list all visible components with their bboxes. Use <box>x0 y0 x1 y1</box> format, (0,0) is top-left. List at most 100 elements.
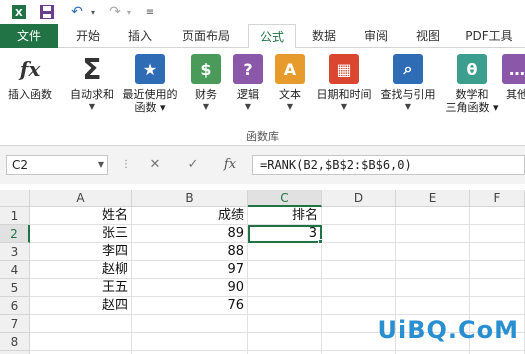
name-box[interactable]: C2 <box>6 155 108 175</box>
enter-icon[interactable]: ✓ <box>184 155 202 175</box>
row-header-8[interactable]: 8 <box>0 333 30 351</box>
redo-dropdown-icon[interactable]: ▾ <box>124 3 134 21</box>
column-header-d[interactable]: D <box>322 190 396 207</box>
cell-d1[interactable] <box>322 207 396 225</box>
column-header-c[interactable]: C <box>248 190 322 207</box>
cell-a3[interactable]: 李四 <box>30 243 132 261</box>
cell-c4[interactable] <box>248 261 322 279</box>
active-cell-c2[interactable]: 3 <box>248 225 322 243</box>
more-functions-button[interactable]: … 其他 <box>502 54 525 124</box>
cell-a5[interactable]: 王五 <box>30 279 132 297</box>
cell-f4[interactable] <box>470 261 525 279</box>
row-header-7[interactable]: 7 <box>0 315 30 333</box>
cell-c6[interactable] <box>248 297 322 315</box>
chevron-down-icon[interactable]: ▼ <box>95 155 107 175</box>
cell-d5[interactable] <box>322 279 396 297</box>
column-header-e[interactable]: E <box>396 190 470 207</box>
cell-b6[interactable]: 76 <box>132 297 248 315</box>
cell-a7[interactable] <box>30 315 132 333</box>
cell-f6[interactable] <box>470 297 525 315</box>
sum-icon: Σ <box>77 53 107 86</box>
column-header-b[interactable]: B <box>132 190 248 207</box>
row-header-1[interactable]: 1 <box>0 207 30 225</box>
cell-b8[interactable] <box>132 333 248 351</box>
finance-icon: $ <box>191 54 221 84</box>
tab-review[interactable]: 审阅 <box>352 24 400 48</box>
text-button[interactable]: A 文本 ▼ <box>270 54 310 124</box>
recently-used-button[interactable]: ★ 最近使用的 函数 ▾ <box>120 54 180 124</box>
cell-c7[interactable] <box>248 315 322 333</box>
lookup-reference-button[interactable]: ⌕ 查找与引用 ▼ <box>376 54 440 124</box>
text-icon: A <box>275 54 305 84</box>
cell-b7[interactable] <box>132 315 248 333</box>
tab-home[interactable]: 开始 <box>64 24 112 48</box>
cell-a4[interactable]: 赵柳 <box>30 261 132 279</box>
redo-icon[interactable]: ↷ <box>106 3 124 21</box>
cell-f5[interactable] <box>470 279 525 297</box>
tab-pdf-tools[interactable]: PDF工具 <box>456 24 522 48</box>
cell-e5[interactable] <box>396 279 470 297</box>
tab-view[interactable]: 视图 <box>404 24 452 48</box>
cell-a6[interactable]: 赵四 <box>30 297 132 315</box>
cell-b4[interactable]: 97 <box>132 261 248 279</box>
cell-a1[interactable]: 姓名 <box>30 207 132 225</box>
cell-b5[interactable]: 90 <box>132 279 248 297</box>
cell-d6[interactable] <box>322 297 396 315</box>
drag-handle-icon[interactable]: ⋮ <box>120 155 132 175</box>
cell-a2[interactable]: 张三 <box>30 225 132 243</box>
row-header-2[interactable]: 2 <box>0 225 30 243</box>
cell-e3[interactable] <box>396 243 470 261</box>
formula-input[interactable]: =RANK(B2,$B$2:$B$6,0) <box>252 155 525 175</box>
insert-function-icon[interactable]: fx <box>220 155 240 175</box>
financial-button[interactable]: $ 财务 ▼ <box>186 54 226 124</box>
date-time-button[interactable]: ▦ 日期和时间 ▼ <box>312 54 376 124</box>
row-header-5[interactable]: 5 <box>0 279 30 297</box>
cell-c5[interactable] <box>248 279 322 297</box>
cell-e6[interactable] <box>396 297 470 315</box>
tab-data[interactable]: 数据 <box>300 24 348 48</box>
cell-b3[interactable]: 88 <box>132 243 248 261</box>
cell-f1[interactable] <box>470 207 525 225</box>
save-icon[interactable] <box>38 3 56 21</box>
cell-f3[interactable] <box>470 243 525 261</box>
chevron-down-icon: ▼ <box>286 102 294 111</box>
cell-f2[interactable] <box>470 225 525 243</box>
cell-d2[interactable] <box>322 225 396 243</box>
chevron-down-icon: ▼ <box>340 102 348 111</box>
fx-icon: fx <box>15 54 45 84</box>
insert-function-button[interactable]: fx 插入函数 <box>2 54 58 124</box>
row-header-4[interactable]: 4 <box>0 261 30 279</box>
cell-b2[interactable]: 89 <box>132 225 248 243</box>
logic-icon: ? <box>233 54 263 84</box>
row-header-6[interactable]: 6 <box>0 297 30 315</box>
column-header-f[interactable]: F <box>470 190 525 207</box>
undo-dropdown-icon[interactable]: ▾ <box>88 3 98 21</box>
undo-icon[interactable]: ↶ <box>68 3 86 21</box>
cancel-icon[interactable]: ✕ <box>146 155 164 175</box>
quick-access-toolbar: X ↶ ▾ ↷ ▾ ≡ <box>0 0 525 24</box>
cell-d4[interactable] <box>322 261 396 279</box>
tab-page-layout[interactable]: 页面布局 <box>168 24 244 48</box>
column-header-a[interactable]: A <box>30 190 132 207</box>
cell-b1[interactable]: 成绩 <box>132 207 248 225</box>
math-icon: θ <box>457 54 487 84</box>
tab-insert[interactable]: 插入 <box>116 24 164 48</box>
logical-button[interactable]: ? 逻辑 ▼ <box>228 54 268 124</box>
cell-e2[interactable] <box>396 225 470 243</box>
select-all-corner[interactable] <box>0 190 30 207</box>
fill-handle[interactable] <box>318 239 323 244</box>
cell-d3[interactable] <box>322 243 396 261</box>
customize-qat-icon[interactable]: ≡ <box>144 3 156 21</box>
math-trig-button[interactable]: θ 数学和 三角函数 ▾ <box>444 54 500 124</box>
cell-c1[interactable]: 排名 <box>248 207 322 225</box>
autosum-button[interactable]: Σ 自动求和 ▼ <box>64 53 120 124</box>
cell-c3[interactable] <box>248 243 322 261</box>
tab-file[interactable]: 文件 <box>0 24 58 48</box>
cell-e1[interactable] <box>396 207 470 225</box>
tab-formulas[interactable]: 公式 <box>248 24 296 49</box>
cell-c8[interactable] <box>248 333 322 351</box>
cell-e4[interactable] <box>396 261 470 279</box>
row-header-3[interactable]: 3 <box>0 243 30 261</box>
ribbon-function-library: fx 插入函数 Σ 自动求和 ▼ ★ 最近使用的 函数 ▾ $ 财务 ▼ ? 逻… <box>0 48 525 146</box>
cell-a8[interactable] <box>30 333 132 351</box>
